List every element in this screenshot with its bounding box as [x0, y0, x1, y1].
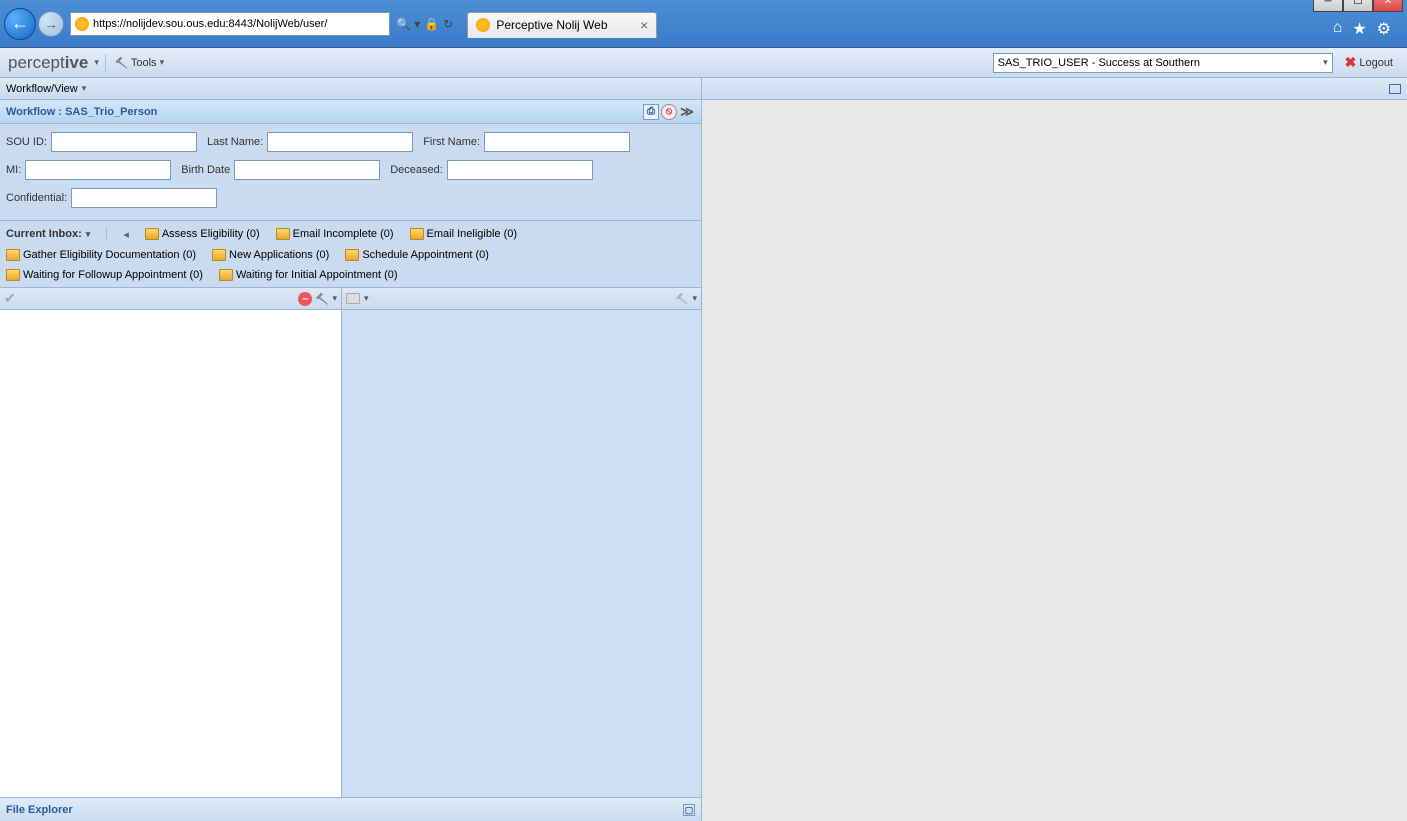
current-inbox-label[interactable]: Current Inbox: ▾	[6, 228, 90, 240]
wrench-icon[interactable]	[676, 293, 688, 305]
box-icon	[6, 249, 20, 261]
gear-icon[interactable]: ⚙	[1377, 19, 1391, 39]
inbox-email-incomplete[interactable]: Email Incomplete (0)	[276, 228, 394, 240]
refresh-icon[interactable]: ↻	[443, 17, 453, 31]
workflow-panel: Workflow/View ▾ Workflow : SAS_Trio_Pers…	[0, 78, 702, 821]
address-bar[interactable]: https://nolijdev.sou.ous.edu:8443/NolijW…	[70, 12, 390, 36]
brand-dropdown-icon[interactable]: ▾	[94, 57, 99, 68]
birth-date-label: Birth Date	[181, 164, 230, 176]
tab-icon	[476, 18, 490, 32]
inbox-bar: Current Inbox: ▾ ◂ Assess Eligibility (0…	[0, 221, 701, 288]
browser-tab[interactable]: Perceptive Nolij Web ×	[467, 12, 657, 38]
sou-id-input[interactable]	[51, 132, 197, 152]
prev-arrow-icon[interactable]: ◂	[123, 228, 129, 241]
inbox-waiting-initial[interactable]: Waiting for Initial Appointment (0)	[219, 269, 398, 281]
print-icon[interactable]: ⎙	[643, 104, 659, 120]
minimize-button[interactable]: ─	[1313, 0, 1343, 12]
wrench-icon[interactable]	[316, 293, 328, 305]
detail-body	[342, 310, 701, 797]
tab-close-icon[interactable]: ×	[640, 17, 648, 33]
app-toolbar: perceptive ▾ Tools ▾ SAS_TRIO_USER - Suc…	[0, 48, 1407, 78]
last-name-input[interactable]	[267, 132, 413, 152]
detail-toolbar: ▾ ▾	[342, 288, 701, 310]
viewer-panel	[702, 78, 1407, 821]
box-icon	[345, 249, 359, 261]
separator	[106, 227, 107, 241]
file-explorer-bar[interactable]: File Explorer ▢	[0, 797, 701, 821]
results-toolbar: ✔ – ▾	[0, 288, 341, 310]
box-icon	[276, 228, 290, 240]
results-body	[0, 310, 341, 797]
content-row: Workflow/View ▾ Workflow : SAS_Trio_Pers…	[0, 78, 1407, 821]
inbox-waiting-followup[interactable]: Waiting for Followup Appointment (0)	[6, 269, 203, 281]
check-icon[interactable]: ✔	[4, 290, 16, 307]
folder-icon[interactable]	[346, 293, 360, 304]
results-panels: ✔ – ▾ ▾ ▾	[0, 288, 701, 797]
birth-date-input[interactable]	[234, 160, 380, 180]
chevron-down-icon[interactable]: ▾	[332, 293, 337, 304]
box-icon	[219, 269, 233, 281]
browser-menu-icons: ⌂ ★ ⚙	[1321, 19, 1403, 39]
viewer-toolbar	[702, 78, 1407, 100]
search-dropdown-icon[interactable]: 🔍 ▾	[396, 17, 420, 31]
chevron-down-icon[interactable]: ▾	[364, 293, 369, 304]
inbox-assess-eligibility[interactable]: Assess Eligibility (0)	[145, 228, 260, 240]
logout-button[interactable]: ✖ Logout	[1339, 52, 1399, 73]
inbox-schedule-appointment[interactable]: Schedule Appointment (0)	[345, 249, 489, 261]
favorites-icon[interactable]: ★	[1352, 19, 1366, 39]
user-role-select[interactable]: SAS_TRIO_USER - Success at Southern ▾	[993, 53, 1333, 73]
collapse-icon[interactable]: ≫	[679, 104, 695, 120]
box-icon	[212, 249, 226, 261]
tab-title: Perceptive Nolij Web	[496, 18, 607, 32]
back-button[interactable]: ←	[4, 8, 36, 40]
sou-id-label: SOU ID:	[6, 136, 47, 148]
close-icon: ✖	[1345, 54, 1357, 71]
confidential-label: Confidential:	[6, 192, 67, 204]
confidential-input[interactable]	[71, 188, 217, 208]
browser-chrome: ─ ☐ ✕ ← → https://nolijdev.sou.ous.edu:8…	[0, 0, 1407, 48]
inbox-email-ineligible[interactable]: Email Ineligible (0)	[410, 228, 517, 240]
chevron-down-icon[interactable]: ▾	[692, 293, 697, 304]
chevron-down-icon: ▾	[160, 57, 165, 68]
box-icon	[6, 269, 20, 281]
tab-strip: Perceptive Nolij Web ×	[467, 10, 1320, 38]
deceased-input[interactable]	[447, 160, 593, 180]
home-icon[interactable]: ⌂	[1333, 19, 1343, 39]
box-icon	[410, 228, 424, 240]
separator	[105, 54, 106, 72]
lock-icon[interactable]: 🔒	[424, 17, 439, 31]
search-form: SOU ID: Last Name: First Name: MI: Birth…	[0, 124, 701, 221]
first-name-input[interactable]	[484, 132, 630, 152]
chevron-down-icon: ▾	[82, 83, 87, 94]
results-list-panel: ✔ – ▾	[0, 288, 342, 797]
first-name-label: First Name:	[423, 136, 480, 148]
deceased-label: Deceased:	[390, 164, 443, 176]
mi-input[interactable]	[25, 160, 171, 180]
detail-panel: ▾ ▾	[342, 288, 701, 797]
workflow-header: Workflow : SAS_Trio_Person ⎙ ⦸ ≫	[0, 100, 701, 124]
url-controls: 🔍 ▾ 🔒 ↻	[390, 17, 459, 31]
tools-button[interactable]: Tools ▾	[112, 55, 168, 71]
inbox-gather-eligibility[interactable]: Gather Eligibility Documentation (0)	[6, 249, 196, 261]
brand-label: perceptive	[8, 53, 88, 73]
window-controls: ─ ☐ ✕	[1313, 0, 1403, 12]
box-icon	[145, 228, 159, 240]
last-name-label: Last Name:	[207, 136, 263, 148]
url-text: https://nolijdev.sou.ous.edu:8443/NolijW…	[93, 18, 327, 30]
chevron-down-icon: ▾	[1323, 57, 1328, 68]
workflow-view-bar[interactable]: Workflow/View ▾	[0, 78, 701, 100]
stop-icon[interactable]: ⦸	[661, 104, 677, 120]
inbox-new-applications[interactable]: New Applications (0)	[212, 249, 329, 261]
expand-icon[interactable]: ▢	[683, 804, 695, 816]
maximize-button[interactable]: ☐	[1343, 0, 1373, 12]
chevron-down-icon: ▾	[86, 229, 91, 240]
workflow-title: Workflow : SAS_Trio_Person	[6, 106, 157, 118]
site-icon	[75, 17, 89, 31]
mi-label: MI:	[6, 164, 21, 176]
remove-icon[interactable]: –	[298, 292, 312, 306]
forward-button[interactable]: →	[38, 11, 64, 37]
close-window-button[interactable]: ✕	[1373, 0, 1403, 12]
maximize-icon[interactable]	[1389, 84, 1401, 94]
wrench-icon	[116, 57, 128, 69]
